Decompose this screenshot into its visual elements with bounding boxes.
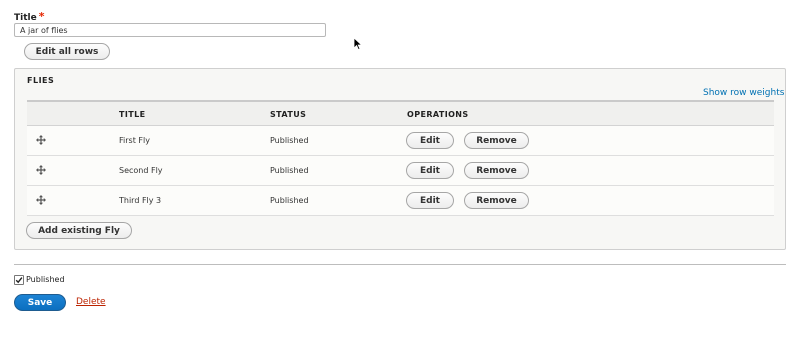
mouse-cursor-icon [353,37,363,51]
drag-handle-icon[interactable] [36,165,46,175]
delete-link[interactable]: Delete [76,297,106,307]
flies-legend: FLIES [27,76,55,85]
row-status: Published [270,136,309,145]
required-marker: * [38,10,45,23]
row-title: Second Fly [119,166,163,175]
column-header-status: STATUS [270,110,307,119]
drag-handle-icon[interactable] [36,195,46,205]
show-row-weights-link[interactable]: Show row weights [703,88,784,98]
title-input[interactable] [14,23,326,37]
remove-button[interactable]: Remove [464,162,529,179]
row-status: Published [270,166,309,175]
published-label: Published [26,275,65,284]
edit-all-rows-button[interactable]: Edit all rows [24,43,110,60]
remove-button[interactable]: Remove [464,132,529,149]
table-row: First Fly Published Edit Remove [27,126,774,156]
divider [14,264,786,265]
title-label-text: Title [14,13,37,23]
column-header-operations: OPERATIONS [407,110,469,119]
published-checkbox[interactable] [14,275,24,285]
row-status: Published [270,196,309,205]
row-title: First Fly [119,136,150,145]
column-header-title: TITLE [119,110,146,119]
drag-handle-icon[interactable] [36,135,46,145]
edit-button[interactable]: Edit [406,162,454,179]
table-header: TITLE STATUS OPERATIONS [27,100,774,126]
edit-button[interactable]: Edit [406,132,454,149]
title-field-label: Title * [14,10,44,23]
table-row: Second Fly Published Edit Remove [27,156,774,186]
save-button[interactable]: Save [14,294,66,311]
edit-button[interactable]: Edit [406,192,454,209]
table-row: Third Fly 3 Published Edit Remove [27,186,774,216]
remove-button[interactable]: Remove [464,192,529,209]
checkmark-icon [15,277,23,284]
row-title: Third Fly 3 [119,196,162,205]
add-existing-fly-button[interactable]: Add existing Fly [26,222,132,239]
